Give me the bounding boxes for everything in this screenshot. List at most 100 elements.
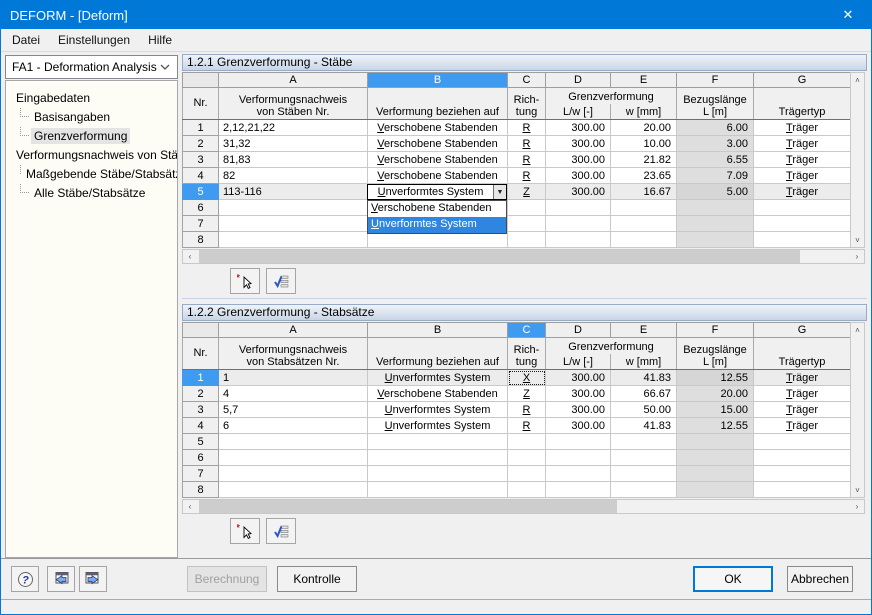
cell-g-4[interactable]: Träger: [754, 168, 851, 184]
cell-b-5[interactable]: [368, 434, 508, 450]
row-number-1[interactable]: 1: [183, 370, 219, 386]
column-letter-g[interactable]: G: [754, 73, 851, 88]
sidebar-item-basisangaben[interactable]: Basisangaben: [6, 107, 177, 126]
cell-e-3[interactable]: 50.00: [611, 402, 677, 418]
row-number-3[interactable]: 3: [183, 152, 219, 168]
scroll-right-icon[interactable]: ›: [850, 500, 864, 513]
cell-f-5[interactable]: 5.00: [677, 184, 754, 200]
horizontal-scrollbar[interactable]: ‹ ›: [182, 499, 865, 514]
cell-d-8[interactable]: [546, 232, 611, 248]
cell-b-3[interactable]: Unverformtes System: [368, 402, 508, 418]
cell-f-7[interactable]: [677, 466, 754, 482]
column-letter-f[interactable]: F: [677, 323, 754, 338]
case-selector-combobox[interactable]: FA1 - Deformation Analysis: [5, 55, 178, 79]
sidebar-item-alle-stäbe-stabsätze[interactable]: Alle Stäbe/Stabsätze: [6, 183, 177, 202]
cell-c-1[interactable]: X: [508, 370, 546, 386]
cell-f-7[interactable]: [677, 216, 754, 232]
cell-d-3[interactable]: 300.00: [546, 402, 611, 418]
row-number-5[interactable]: 5: [183, 434, 219, 450]
scroll-up-icon[interactable]: ˄: [851, 323, 864, 337]
cell-a-4[interactable]: 6: [219, 418, 368, 434]
scroll-right-icon[interactable]: ›: [850, 250, 864, 263]
cell-d-5[interactable]: 300.00: [546, 184, 611, 200]
column-letter-d[interactable]: D: [546, 73, 611, 88]
check-values-button[interactable]: [266, 268, 296, 294]
cell-e-8[interactable]: [611, 232, 677, 248]
cell-c-6[interactable]: [508, 450, 546, 466]
cell-d-8[interactable]: [546, 482, 611, 498]
scroll-down-icon[interactable]: ˅: [851, 233, 864, 247]
cell-f-3[interactable]: 15.00: [677, 402, 754, 418]
cell-e-7[interactable]: [611, 466, 677, 482]
cell-d-2[interactable]: 300.00: [546, 136, 611, 152]
cell-a-1[interactable]: 1: [219, 370, 368, 386]
cell-g-8[interactable]: [754, 482, 851, 498]
column-letter-b[interactable]: B: [368, 73, 508, 88]
cell-f-8[interactable]: [677, 482, 754, 498]
column-letter-e[interactable]: E: [611, 323, 677, 338]
cell-d-5[interactable]: [546, 434, 611, 450]
verformung-combobox[interactable]: Unverformtes System ▼: [367, 184, 507, 200]
cell-c-5[interactable]: Z: [508, 184, 546, 200]
menu-hilfe[interactable]: Hilfe: [139, 30, 181, 50]
cell-a-1[interactable]: 2,12,21,22: [219, 120, 368, 136]
cell-c-2[interactable]: Z: [508, 386, 546, 402]
cell-c-8[interactable]: [508, 232, 546, 248]
row-number-6[interactable]: 6: [183, 200, 219, 216]
scrollbar-thumb[interactable]: [199, 250, 800, 263]
cell-a-7[interactable]: [219, 466, 368, 482]
row-number-2[interactable]: 2: [183, 136, 219, 152]
abbrechen-button[interactable]: Abbrechen: [787, 566, 853, 592]
column-letter-c[interactable]: C: [508, 323, 546, 338]
cell-f-8[interactable]: [677, 232, 754, 248]
cell-d-6[interactable]: [546, 450, 611, 466]
cell-e-6[interactable]: [611, 200, 677, 216]
scroll-up-icon[interactable]: ˄: [851, 73, 864, 87]
cell-a-7[interactable]: [219, 216, 368, 232]
close-button[interactable]: ✕: [825, 1, 871, 29]
cell-e-1[interactable]: 41.83: [611, 370, 677, 386]
cell-c-2[interactable]: R: [508, 136, 546, 152]
cell-d-7[interactable]: [546, 216, 611, 232]
column-letter-b[interactable]: B: [368, 323, 508, 338]
cell-d-1[interactable]: 300.00: [546, 370, 611, 386]
dropdown-option-verschobene[interactable]: Verschobene Stabenden: [368, 201, 506, 217]
cell-e-2[interactable]: 66.67: [611, 386, 677, 402]
cell-e-6[interactable]: [611, 450, 677, 466]
column-letter-a[interactable]: A: [219, 323, 368, 338]
column-letter-d[interactable]: D: [546, 323, 611, 338]
cell-f-3[interactable]: 6.55: [677, 152, 754, 168]
cell-c-4[interactable]: R: [508, 418, 546, 434]
cell-f-4[interactable]: 12.55: [677, 418, 754, 434]
cell-g-7[interactable]: [754, 466, 851, 482]
cell-g-6[interactable]: [754, 200, 851, 216]
help-button[interactable]: ?: [11, 566, 39, 592]
row-number-8[interactable]: 8: [183, 232, 219, 248]
cell-c-7[interactable]: [508, 466, 546, 482]
cell-a-3[interactable]: 5,7: [219, 402, 368, 418]
scroll-left-icon[interactable]: ‹: [183, 250, 197, 263]
cell-e-4[interactable]: 23.65: [611, 168, 677, 184]
cell-c-5[interactable]: [508, 434, 546, 450]
vertical-scrollbar[interactable]: ˄ ˅: [850, 72, 865, 248]
row-number-2[interactable]: 2: [183, 386, 219, 402]
column-letter-a[interactable]: A: [219, 73, 368, 88]
cell-g-4[interactable]: Träger: [754, 418, 851, 434]
cell-b-2[interactable]: Verschobene Stabenden: [368, 386, 508, 402]
column-letter-c[interactable]: C: [508, 73, 546, 88]
cell-a-3[interactable]: 81,83: [219, 152, 368, 168]
sidebar-item-eingabedaten[interactable]: Eingabedaten: [6, 88, 177, 107]
cell-a-2[interactable]: 4: [219, 386, 368, 402]
column-letter-f[interactable]: F: [677, 73, 754, 88]
cell-g-5[interactable]: [754, 434, 851, 450]
cell-e-7[interactable]: [611, 216, 677, 232]
cell-d-2[interactable]: 300.00: [546, 386, 611, 402]
dropdown-option-unverformtes[interactable]: Unverformtes System: [368, 217, 506, 233]
cell-b-1[interactable]: Unverformtes System: [368, 370, 508, 386]
cell-e-5[interactable]: [611, 434, 677, 450]
cell-g-2[interactable]: Träger: [754, 386, 851, 402]
cell-b-6[interactable]: [368, 450, 508, 466]
cell-d-4[interactable]: 300.00: [546, 168, 611, 184]
cell-f-5[interactable]: [677, 434, 754, 450]
sidebar-item-maßgebende-stäbe-stabsätze[interactable]: Maßgebende Stäbe/Stabsätze: [6, 164, 177, 183]
